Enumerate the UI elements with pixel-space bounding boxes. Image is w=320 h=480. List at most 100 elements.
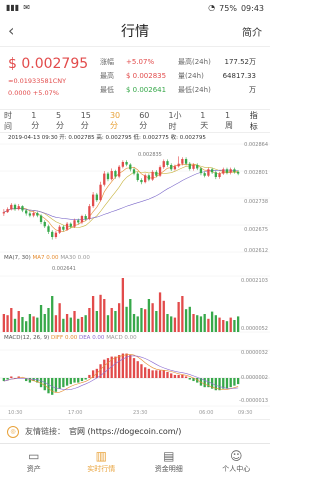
x-label: 17:00 [68, 410, 83, 416]
macd-y-label: 0.0000032 [240, 350, 268, 356]
candle [51, 231, 54, 237]
user-icon: ☺ [229, 449, 243, 463]
tab-1min[interactable]: 1分 [31, 111, 43, 131]
candle [32, 213, 35, 216]
tab-1week[interactable]: 1周 [225, 111, 237, 131]
tab-5min[interactable]: 5分 [56, 111, 68, 131]
volume-bar [28, 314, 32, 332]
notification-icon: ✉ [23, 3, 30, 12]
nav-market[interactable]: ▥ 实时行情 [68, 444, 136, 480]
ma-line-10 [3, 164, 239, 229]
status-right: ◔ 75% 09:43 [208, 4, 264, 13]
chart-area[interactable]: 2019-04-13 09:30 开: 0.002785 高: 0.002795… [0, 130, 270, 417]
macd-legend: MACD(12, 26, 9) DIFF 0.00 DEA 0.00 MACD … [4, 335, 137, 341]
candle [173, 166, 177, 170]
tab-30min[interactable]: 30分 [110, 111, 126, 131]
volume-bar [192, 314, 195, 332]
nav-label: 实时行情 [87, 465, 116, 473]
volume-bar [188, 306, 191, 332]
volume-bar [222, 320, 225, 332]
ohlc-readout: 2019-04-13 09:30 开: 0.002785 高: 0.002795… [8, 135, 206, 141]
candle [36, 213, 39, 216]
candle [69, 223, 72, 227]
friend-link-row[interactable]: ◎ 友情链接： 官网 (https://dogecoin.com/) [0, 419, 270, 444]
candle [39, 215, 43, 222]
candle [170, 165, 173, 170]
vol-y-label: 0.0002103 [240, 278, 268, 284]
volume-bar [69, 317, 72, 332]
candle [13, 204, 17, 210]
candle [140, 180, 143, 183]
page-title: 行情 [121, 24, 149, 40]
ma7-value: MA7 0.00 [32, 255, 59, 261]
tab-15min[interactable]: 15分 [81, 111, 97, 131]
stat-value-low: $ 0.002641 [126, 86, 167, 94]
stat-value-change: +5.07% [126, 58, 155, 66]
candle [222, 169, 225, 174]
candle [132, 169, 136, 174]
macd-bar [225, 378, 229, 389]
stat-label-high24: 最高(24h) [178, 58, 211, 66]
volume-bar [184, 309, 188, 332]
candle [77, 220, 80, 223]
official-site-link[interactable]: 官网 (https://dogecoin.com/) [69, 426, 181, 437]
indicator-menu[interactable]: 指标 [250, 110, 264, 132]
macd-bar [10, 376, 13, 378]
tab-time[interactable]: 时间 [4, 110, 18, 132]
candle [214, 172, 217, 177]
volume-bar [2, 314, 6, 332]
volume-bar [162, 300, 165, 332]
volume-bar [43, 314, 46, 332]
macd-bar [54, 378, 58, 392]
tab-1day[interactable]: 1天 [200, 111, 212, 131]
macd-bar [236, 378, 240, 385]
volume-bar [177, 302, 180, 332]
volume-bar [13, 318, 17, 332]
vol-y-label: 0.0000052 [240, 326, 268, 332]
candle [65, 223, 69, 230]
tab-1hour[interactable]: 1小时 [168, 110, 187, 132]
stat-label-vol24: 量(24h) [178, 72, 204, 80]
volume-bar [25, 321, 28, 332]
ledger-icon: ▤ [163, 449, 175, 463]
candle [196, 165, 199, 169]
stat-label-low: 最低 [100, 86, 114, 94]
volume-bar [114, 311, 117, 332]
candlestick-chart[interactable] [0, 130, 270, 417]
volume-bar [196, 315, 199, 332]
candle [136, 173, 139, 180]
candle [155, 171, 158, 176]
status-bar: ▮▮▮ ✉ ◔ 75% 09:43 [0, 0, 270, 16]
candle [117, 166, 121, 177]
intro-link[interactable]: 简介 [242, 24, 262, 39]
candle [166, 161, 169, 165]
y-label: 0.002738 [244, 199, 268, 205]
stat-label-low24: 最低(24h) [178, 86, 211, 94]
tab-60min[interactable]: 60分 [139, 111, 155, 131]
macd-bar [62, 378, 65, 388]
candle [2, 212, 6, 214]
candle [233, 169, 236, 172]
candle [43, 222, 46, 227]
nav-assets[interactable]: ▭ 资产 [0, 444, 68, 480]
volume-bar [199, 316, 203, 332]
dea-line [3, 355, 239, 391]
macd-bar [65, 378, 69, 386]
candle [114, 171, 117, 177]
x-label: 06:00 [199, 410, 214, 416]
bottom-nav: ▭ 资产 ▥ 实时行情 ▤ 资金明细 ☺ 个人中心 [0, 443, 270, 480]
ma30-value: MA30 0.00 [60, 255, 90, 261]
nav-profile[interactable]: ☺ 个人中心 [203, 444, 271, 480]
macd-y-label: 0.0000002 [240, 375, 268, 381]
nav-ledger[interactable]: ▤ 资金明细 [135, 444, 203, 480]
volume-bar [99, 294, 102, 332]
macd-bar [69, 378, 72, 385]
candle [151, 171, 154, 180]
volume-bar [214, 315, 217, 332]
macd-bar [170, 373, 173, 378]
macd-y-label: -0.0000013 [239, 398, 268, 404]
stat-label-change: 涨幅 [100, 58, 114, 66]
volume-bar [236, 316, 240, 332]
volume-ma-params: MA(7, 30) [4, 255, 31, 261]
chevron-left-icon[interactable]: ‹ [8, 21, 14, 40]
